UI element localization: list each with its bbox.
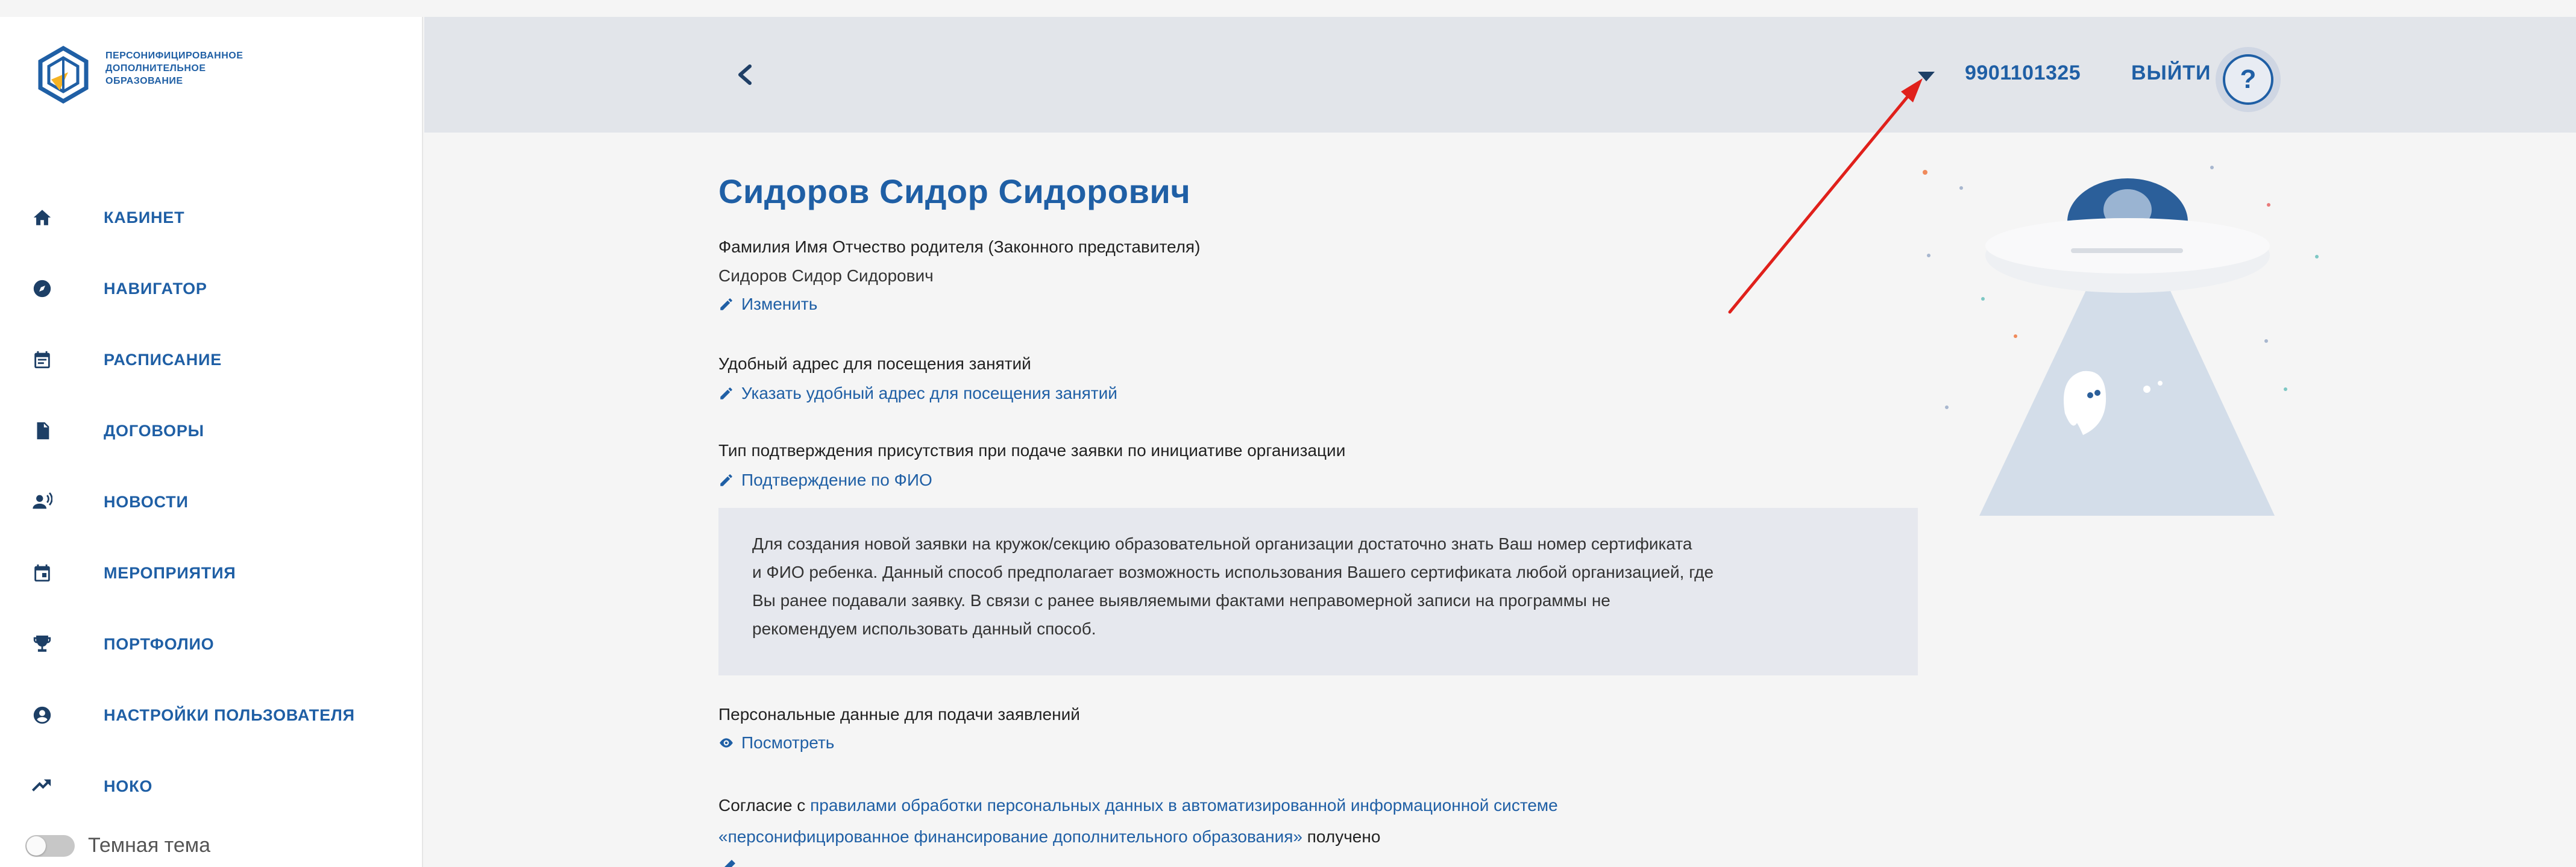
sidebar-item-label: КАБИНЕТ — [104, 208, 185, 227]
edit-link-label: Изменить — [741, 295, 818, 313]
consent-rules-link[interactable]: правилами обработки персональных данных … — [810, 796, 1558, 815]
pencil-icon — [720, 387, 732, 399]
logout-button[interactable]: ВЫЙТИ — [2131, 61, 2211, 85]
sidebar-item-label: НАСТРОЙКИ ПОЛЬЗОВАТЕЛЯ — [104, 706, 355, 724]
logo-text-line: ДОПОЛНИТЕЛЬНОЕ — [105, 63, 206, 74]
theme-toggle[interactable]: Темная тема — [25, 834, 210, 857]
personal-data-label: Персональные данные для подачи заявлений — [718, 705, 1080, 724]
header: 9901101325 ВЫЙТИ ? — [424, 17, 2576, 133]
cut-off-icon — [723, 856, 747, 867]
consent-suffix: получено — [1302, 827, 1381, 846]
logo-icon — [38, 45, 89, 104]
logo-text: ПЕРСОНИФИЦИРОВАННОЕ ДОПОЛНИТЕЛЬНОЕ ОБРАЗ… — [105, 49, 243, 87]
schedule-icon — [30, 348, 54, 372]
sidebar-item-user-settings[interactable]: НАСТРОЙКИ ПОЛЬЗОВАТЕЛЯ — [0, 680, 422, 751]
consent-system-link[interactable]: «персонифицированное финансирование допо… — [718, 827, 1302, 846]
sidebar-item-label: ПОРТФОЛИО — [104, 634, 215, 653]
pencil-icon — [720, 298, 732, 310]
compass-icon — [30, 277, 54, 301]
parent-name-value: Сидоров Сидор Сидорович — [718, 266, 934, 285]
trophy-icon — [30, 632, 54, 656]
view-link-label: Посмотреть — [741, 733, 835, 752]
sidebar-item-label: НОКО — [104, 777, 153, 795]
sidebar-item-news[interactable]: НОВОСТИ — [0, 466, 422, 537]
notice-line: Вы ранее подавали заявку. В связи с ране… — [752, 591, 1610, 610]
theme-label: Темная тема — [88, 834, 211, 857]
logo[interactable]: ПЕРСОНИФИЦИРОВАННОЕ ДОПОЛНИТЕЛЬНОЕ ОБРАЗ… — [33, 45, 243, 105]
logo-text-line: ОБРАЗОВАНИЕ — [105, 76, 183, 86]
sidebar-item-label: МЕРОПРИЯТИЯ — [104, 563, 236, 582]
news-icon — [30, 490, 54, 514]
logo-text-line: ПЕРСОНИФИЦИРОВАННОЕ — [105, 51, 243, 61]
consent-text: Согласие с правилами обработки персональ… — [718, 790, 1558, 853]
sidebar-item-portfolio[interactable]: ПОРТФОЛИО — [0, 609, 422, 680]
home-icon — [30, 205, 54, 230]
account-dropdown-toggle[interactable] — [1917, 70, 1936, 83]
account-number[interactable]: 9901101325 — [1965, 61, 2081, 85]
consent-prefix: Согласие с — [718, 796, 811, 815]
sidebar: ПЕРСОНИФИЦИРОВАННОЕ ДОПОЛНИТЕЛЬНОЕ ОБРАЗ… — [0, 17, 423, 867]
help-icon: ? — [2223, 54, 2273, 105]
page-title: Сидоров Сидор Сидорович — [718, 172, 1191, 210]
pencil-icon — [720, 474, 732, 486]
ufo-illustration — [1923, 166, 2319, 516]
sidebar-item-schedule[interactable]: РАСПИСАНИЕ — [0, 324, 422, 395]
sidebar-item-noko[interactable]: НОКО — [0, 751, 422, 822]
address-link-label: Указать удобный адрес для посещения заня… — [741, 384, 1117, 402]
parent-name-label: Фамилия Имя Отчество родителя (Законного… — [718, 237, 1201, 256]
trend-icon — [30, 774, 54, 798]
address-label: Удобный адрес для посещения занятий — [718, 354, 1031, 373]
sidebar-item-navigator[interactable]: НАВИГАТОР — [0, 253, 422, 324]
sidebar-item-label: НОВОСТИ — [104, 492, 189, 511]
notice-line: и ФИО ребенка. Данный способ предполагае… — [752, 563, 1714, 581]
user-settings-icon — [30, 703, 54, 727]
view-personal-data-link[interactable]: Посмотреть — [718, 733, 834, 753]
notice-line: Для создания новой заявки на кружок/секц… — [752, 534, 1692, 553]
caret-down-icon — [1918, 72, 1935, 81]
eye-icon — [720, 738, 733, 748]
document-icon — [30, 419, 54, 443]
confirmation-type-link[interactable]: Подтверждение по ФИО — [718, 471, 932, 490]
notice-line: рекомендуем использовать данный способ. — [752, 619, 1096, 638]
sidebar-item-label: ДОГОВОРЫ — [104, 421, 204, 440]
confirmation-type-label: Тип подтверждения присутствия при подаче… — [718, 441, 1346, 460]
sidebar-item-events[interactable]: МЕРОПРИЯТИЯ — [0, 537, 422, 609]
dark-theme-switch[interactable] — [25, 834, 75, 857]
sidebar-nav: КАБИНЕТ НАВИГАТОР РАСПИСАНИЕ ДОГОВОРЫ НО… — [0, 182, 422, 822]
sidebar-item-label: НАВИГАТОР — [104, 279, 207, 298]
sidebar-item-cabinet[interactable]: КАБИНЕТ — [0, 182, 422, 253]
edit-parent-link[interactable]: Изменить — [718, 295, 817, 314]
info-notice: Для создания новой заявки на кружок/секц… — [718, 508, 1918, 675]
sidebar-item-contracts[interactable]: ДОГОВОРЫ — [0, 395, 422, 466]
sidebar-item-label: РАСПИСАНИЕ — [104, 350, 222, 369]
confirmation-link-label: Подтверждение по ФИО — [741, 471, 932, 489]
back-button[interactable] — [732, 59, 758, 90]
help-button[interactable]: ? — [2216, 47, 2281, 112]
calendar-icon — [30, 561, 54, 585]
chevron-left-icon — [738, 64, 752, 85]
set-address-link[interactable]: Указать удобный адрес для посещения заня… — [718, 384, 1117, 403]
